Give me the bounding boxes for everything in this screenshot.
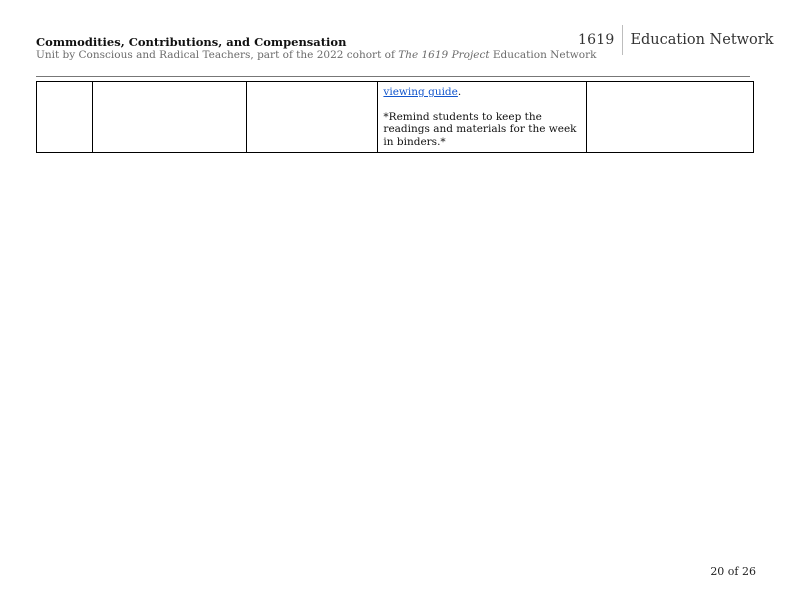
table-cell-5 xyxy=(586,81,754,153)
table-row: viewing guide. *Remind students to keep … xyxy=(35,81,754,153)
link-suffix: . xyxy=(457,86,462,98)
page-number: 20 of 26 xyxy=(710,565,756,578)
table-cell-4: viewing guide. *Remind students to keep … xyxy=(377,81,588,153)
table-cell-2 xyxy=(92,81,247,153)
table-cell-3 xyxy=(245,81,379,153)
viewing-guide-link[interactable]: viewing guide xyxy=(383,86,457,98)
subtitle-italic: The 1619 Project xyxy=(398,49,490,61)
document-subtitle: Unit by Conscious and Radical Teachers, … xyxy=(36,49,597,61)
logo-divider xyxy=(622,25,624,55)
table-cell-1 xyxy=(35,81,94,153)
binder-reminder-note: *Remind students to keep the readings an… xyxy=(383,110,577,148)
document-title: Commodities, Contributions, and Compensa… xyxy=(36,35,347,49)
cell-link-line: viewing guide. xyxy=(383,86,581,99)
education-network-logo: 1619 Education Network xyxy=(578,25,774,55)
header-rule xyxy=(36,76,750,77)
logo-text: Education Network xyxy=(630,32,774,48)
subtitle-prefix: Unit by Conscious and Radical Teachers, … xyxy=(36,49,399,61)
lesson-table: viewing guide. *Remind students to keep … xyxy=(35,81,754,153)
logo-number: 1619 xyxy=(578,32,615,48)
